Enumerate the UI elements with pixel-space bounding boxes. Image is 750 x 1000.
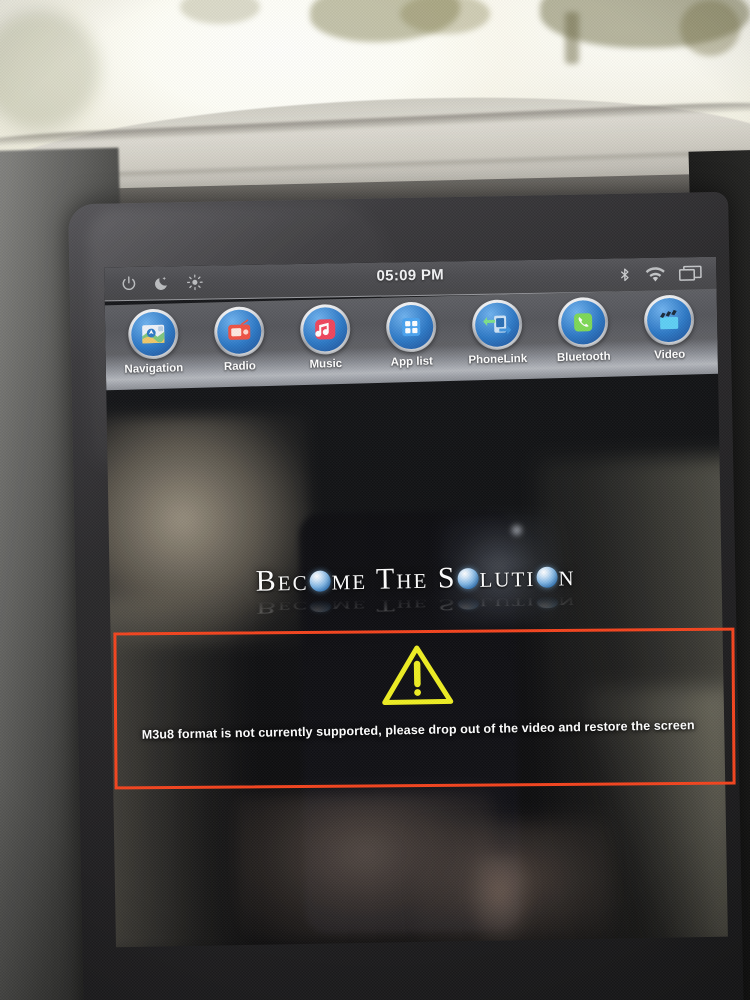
video-icon[interactable]: [643, 294, 695, 346]
dock-label-bluetooth: Bluetooth: [556, 350, 611, 365]
wifi-icon[interactable]: [645, 266, 665, 283]
music-icon[interactable]: [299, 303, 351, 356]
video-error-overlay: M3u8 format is not currently supported, …: [111, 637, 725, 743]
head-unit-screen[interactable]: 05:09 PM Navigation Radio Music App list…: [104, 256, 728, 948]
tree-foliage: [680, 0, 740, 56]
tree-trunk: [565, 12, 579, 64]
dock-label-navigation: Navigation: [124, 362, 184, 376]
bluetooth-phone-icon[interactable]: [557, 296, 609, 349]
dock-label-music: Music: [309, 357, 343, 371]
dock-label-video: Video: [654, 348, 686, 362]
dock-label-app-list: App list: [390, 355, 433, 369]
tree-foliage: [0, 10, 100, 130]
dock-item-navigation[interactable]: Navigation: [113, 308, 194, 376]
bluetooth-icon[interactable]: [617, 266, 632, 283]
dock-label-radio: Radio: [223, 360, 256, 374]
photograph: 05:09 PM Navigation Radio Music App list…: [0, 0, 750, 1000]
navigation-icon[interactable]: [127, 308, 179, 360]
phonelink-icon[interactable]: [471, 299, 523, 351]
warning-triangle-icon: [379, 641, 456, 713]
app-list-icon[interactable]: [385, 301, 437, 353]
dock-item-radio[interactable]: Radio: [199, 306, 280, 374]
dock-item-app-list[interactable]: App list: [371, 301, 452, 369]
dock-item-music[interactable]: Music: [285, 303, 366, 371]
radio-icon[interactable]: [213, 306, 265, 358]
tree-foliage: [180, 0, 260, 24]
dock-item-phonelink[interactable]: PhoneLink: [457, 299, 538, 367]
dock-label-phonelink: PhoneLink: [468, 352, 528, 367]
app-dock: Navigation Radio Music App list PhoneLin…: [104, 288, 719, 391]
dock-item-bluetooth[interactable]: Bluetooth: [543, 296, 624, 364]
screen-cast-icon[interactable]: [678, 265, 702, 282]
dock-item-video[interactable]: Video: [629, 294, 710, 362]
